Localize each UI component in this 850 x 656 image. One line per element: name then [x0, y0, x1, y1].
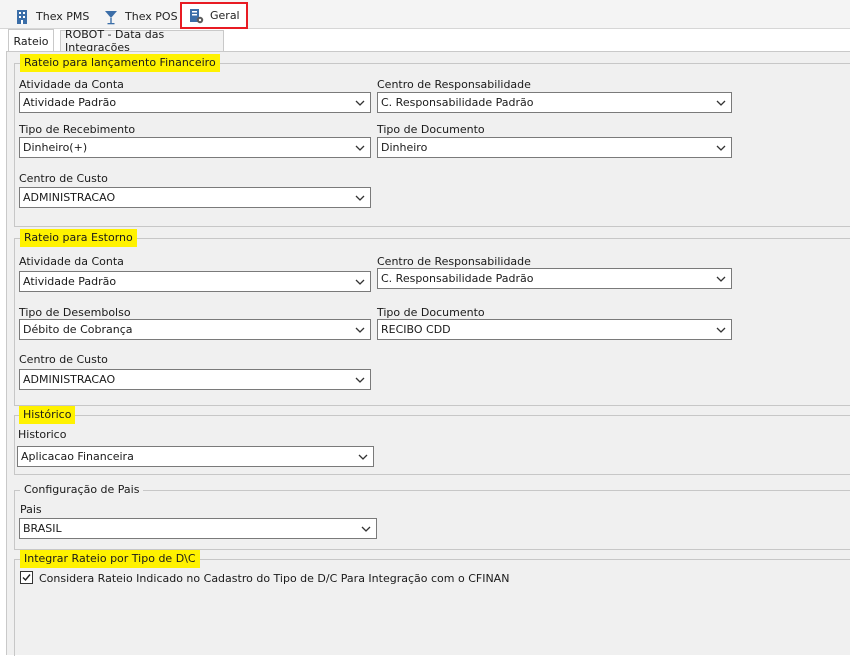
atividade-combo[interactable]: Atividade Padrão	[19, 92, 371, 113]
group-title: Configuração de Pais	[20, 481, 144, 499]
chevron-down-icon[interactable]	[716, 326, 726, 334]
estorno-centro-custo-combo[interactable]: ADMINISTRACAO	[19, 369, 371, 390]
tipo-desembolso-label: Tipo de Desembolso	[19, 306, 131, 319]
checkmark-icon	[22, 574, 31, 582]
considera-rateio-checkbox[interactable]	[20, 571, 33, 584]
combo-value: RECIBO CDD	[381, 323, 451, 336]
atividade-label: Atividade da Conta	[19, 78, 124, 91]
pais-combo[interactable]: BRASIL	[19, 518, 377, 539]
chevron-down-icon[interactable]	[358, 453, 368, 461]
atividade-label: Atividade da Conta	[19, 255, 124, 268]
combo-value: Aplicacao Financeira	[21, 450, 134, 463]
centro-resp-combo[interactable]: C. Responsabilidade Padrão	[377, 92, 732, 113]
tab-geral[interactable]: Geral	[180, 2, 248, 29]
chevron-down-icon[interactable]	[355, 144, 365, 152]
combo-value: Atividade Padrão	[23, 96, 117, 109]
group-title: Rateio para lançamento Financeiro	[20, 54, 220, 72]
tab-thex-pms[interactable]: Thex PMS	[14, 4, 89, 29]
chevron-down-icon[interactable]	[716, 275, 726, 283]
tab-robot-data-integracoes[interactable]: ROBOT - Data das Integrações	[60, 28, 224, 54]
centro-resp-label: Centro de Responsabilidade	[377, 255, 531, 268]
chevron-down-icon[interactable]	[716, 99, 726, 107]
chevron-down-icon[interactable]	[355, 376, 365, 384]
centro-custo-combo[interactable]: ADMINISTRACAO	[19, 187, 371, 208]
top-tab-bar: Thex PMS Thex POS Geral	[0, 0, 850, 29]
chevron-down-icon[interactable]	[355, 194, 365, 202]
combo-value: C. Responsabilidade Padrão	[381, 96, 534, 109]
tipo-recebimento-label: Tipo de Recebimento	[19, 123, 136, 136]
group-title: Rateio para Estorno	[20, 229, 137, 247]
estorno-centro-resp-combo[interactable]: C. Responsabilidade Padrão	[377, 268, 732, 289]
sub-tab-bar: Rateio ROBOT - Data das Integrações	[6, 28, 850, 54]
tipo-desembolso-combo[interactable]: Débito de Cobrança	[19, 319, 371, 340]
centro-resp-label: Centro de Responsabilidade	[377, 78, 531, 91]
settings-document-icon	[190, 8, 204, 23]
cocktail-glass-icon	[105, 10, 117, 24]
combo-value: Dinheiro(+)	[23, 141, 88, 154]
pais-label: Pais	[20, 503, 42, 516]
group-title: Histórico	[19, 406, 76, 424]
combo-value: Débito de Cobrança	[23, 323, 133, 336]
combo-value: ADMINISTRACAO	[23, 373, 116, 386]
historico-combo[interactable]: Aplicacao Financeira	[17, 446, 374, 467]
content-panel: Rateio para lançamento Financeiro Ativid…	[6, 51, 850, 656]
building-icon	[17, 9, 27, 24]
tipo-recebimento-combo[interactable]: Dinheiro(+)	[19, 137, 371, 158]
combo-value: Dinheiro	[381, 141, 428, 154]
tab-label: Thex PMS	[36, 10, 90, 23]
combo-value: Atividade Padrão	[23, 275, 117, 288]
chevron-down-icon[interactable]	[716, 144, 726, 152]
combo-value: C. Responsabilidade Padrão	[381, 272, 534, 285]
tipo-documento-combo[interactable]: Dinheiro	[377, 137, 732, 158]
tipo-documento-label: Tipo de Documento	[377, 123, 485, 136]
considera-rateio-label[interactable]: Considera Rateio Indicado no Cadastro do…	[39, 572, 509, 585]
tab-thex-pos[interactable]: Thex POS	[103, 4, 178, 29]
estorno-tipo-documento-combo[interactable]: RECIBO CDD	[377, 319, 732, 340]
chevron-down-icon[interactable]	[355, 326, 365, 334]
tab-label: Rateio	[13, 34, 49, 48]
centro-custo-label: Centro de Custo	[19, 172, 108, 185]
tab-label: Thex POS	[125, 10, 178, 23]
chevron-down-icon[interactable]	[361, 525, 371, 533]
group-title: Integrar Rateio por Tipo de D\C	[20, 550, 200, 568]
historico-label: Historico	[18, 428, 67, 441]
centro-custo-label: Centro de Custo	[19, 353, 108, 366]
chevron-down-icon[interactable]	[355, 278, 365, 286]
tab-label: Geral	[210, 9, 240, 22]
tab-rateio[interactable]: Rateio	[8, 29, 54, 52]
chevron-down-icon[interactable]	[355, 99, 365, 107]
combo-value: ADMINISTRACAO	[23, 191, 116, 204]
combo-value: BRASIL	[23, 522, 62, 535]
estorno-atividade-combo[interactable]: Atividade Padrão	[19, 271, 371, 292]
tipo-documento-label: Tipo de Documento	[377, 306, 485, 319]
